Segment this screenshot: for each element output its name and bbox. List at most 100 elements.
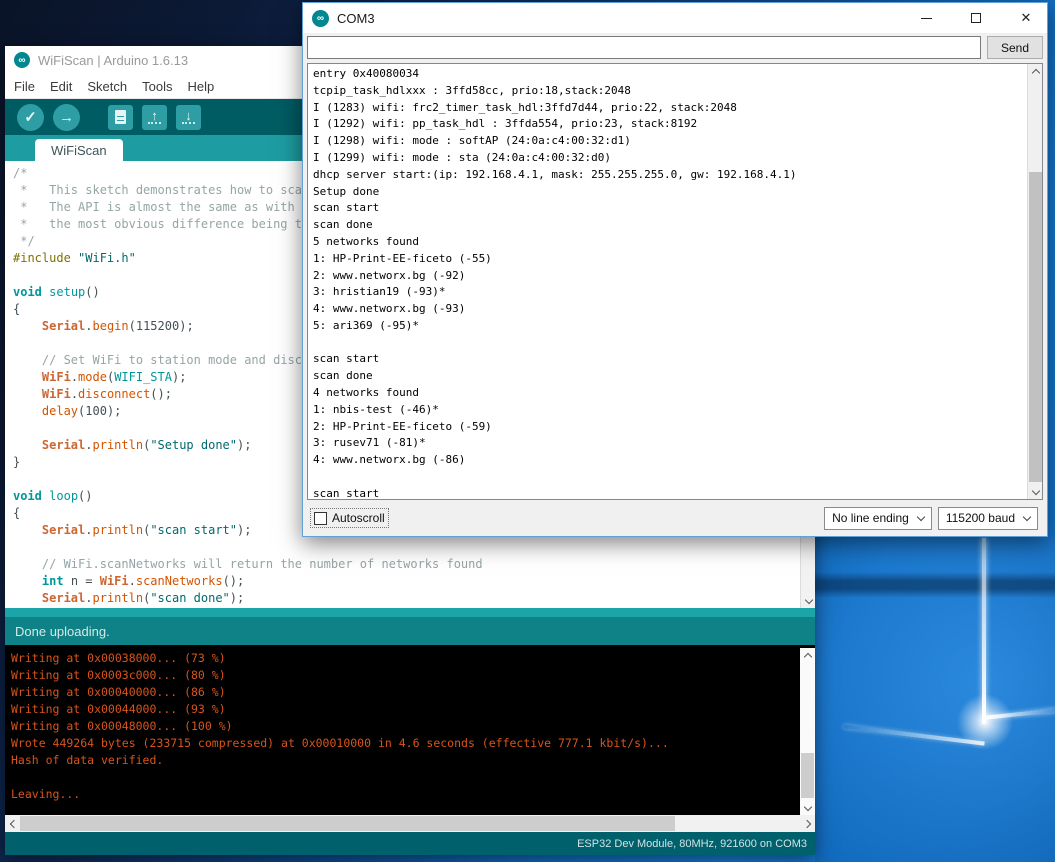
console-pane: Writing at 0x00038000... (73 %)Writing a… xyxy=(11,650,797,803)
console-horizontal-scrollbar[interactable] xyxy=(5,815,815,832)
chevron-down-icon xyxy=(917,513,925,521)
checkbox-icon xyxy=(314,512,327,525)
serial-line: I (1299) wifi: mode : sta (24:0a:c4:00:3… xyxy=(313,150,1024,167)
save-sketch-button[interactable]: ↓ xyxy=(176,105,201,130)
serial-send-row: Send xyxy=(303,33,1047,63)
code-line: int n = WiFi.scanNetworks(); xyxy=(13,573,799,590)
verify-button[interactable]: ✓ xyxy=(17,104,44,131)
serial-line: 2: www.networx.bg (-92) xyxy=(313,268,1024,285)
editor-scroll-down-arrow-icon[interactable] xyxy=(801,593,815,608)
serial-scroll-up-arrow-icon[interactable] xyxy=(1028,64,1043,79)
autoscroll-checkbox[interactable]: Autoscroll xyxy=(312,510,387,526)
serial-line: entry 0x40080034 xyxy=(313,66,1024,83)
serial-line: 5: ari369 (-95)* xyxy=(313,318,1024,335)
send-button[interactable]: Send xyxy=(987,36,1043,59)
close-icon: ✕ xyxy=(1021,10,1032,26)
menu-help[interactable]: Help xyxy=(187,79,214,94)
serial-bottom-bar: Autoscroll No line ending 115200 baud xyxy=(303,500,1047,536)
console-line: Leaving... xyxy=(11,786,797,803)
status-message: Done uploading. xyxy=(15,624,110,639)
console-line: Hash of data verified. xyxy=(11,752,797,769)
serial-line: scan start xyxy=(313,351,1024,368)
chevron-down-icon xyxy=(1023,513,1031,521)
arduino-logo-icon: ∞ xyxy=(312,10,329,27)
serial-line: 1: HP-Print-EE-ficeto (-55) xyxy=(313,251,1024,268)
upload-button[interactable]: → xyxy=(53,104,80,131)
serial-output-area[interactable]: entry 0x40080034tcpip_task_hdlxxx : 3ffd… xyxy=(307,63,1043,500)
serial-output-pane: entry 0x40080034tcpip_task_hdlxxx : 3ffd… xyxy=(313,66,1024,500)
serial-line: 2: HP-Print-EE-ficeto (-59) xyxy=(313,419,1024,436)
serial-line: 4 networks found xyxy=(313,385,1024,402)
baud-rate-dropdown[interactable]: 115200 baud xyxy=(938,507,1038,530)
serial-line: 4: www.networx.bg (-86) xyxy=(313,452,1024,469)
line-ending-dropdown[interactable]: No line ending xyxy=(824,507,932,530)
minimize-button[interactable] xyxy=(905,3,947,33)
console-scroll-up-arrow-icon[interactable] xyxy=(800,648,815,663)
serial-line: 5 networks found xyxy=(313,234,1024,251)
console-line: Writing at 0x00040000... (86 %) xyxy=(11,684,797,701)
wallpaper-glow xyxy=(953,690,1017,754)
console-line: Writing at 0x00048000... (100 %) xyxy=(11,718,797,735)
upload-arrow-icon: → xyxy=(59,109,74,126)
serial-line: I (1292) wifi: pp_task_hdl : 3ffda554, p… xyxy=(313,116,1024,133)
serial-line: 4: www.networx.bg (-93) xyxy=(313,301,1024,318)
serial-line: 1: nbis-test (-46)* xyxy=(313,402,1024,419)
console-line: Writing at 0x0003c000... (80 %) xyxy=(11,667,797,684)
horizontal-scrollbar-thumb[interactable] xyxy=(20,816,675,831)
serial-input[interactable] xyxy=(307,36,981,59)
save-sketch-icon: ↓ xyxy=(182,111,195,124)
open-sketch-icon: ↑ xyxy=(148,111,161,124)
code-line: Serial.println("scan done"); xyxy=(13,590,799,607)
serial-line: scan done xyxy=(313,217,1024,234)
serial-line: I (1283) wifi: frc2_timer_task_hdl:3ffd7… xyxy=(313,100,1024,117)
serial-line xyxy=(313,335,1024,352)
editor-console-divider[interactable] xyxy=(5,608,815,617)
menu-file[interactable]: File xyxy=(14,79,35,94)
console-line: Writing at 0x00044000... (93 %) xyxy=(11,701,797,718)
maximize-button[interactable] xyxy=(955,3,997,33)
menu-sketch[interactable]: Sketch xyxy=(87,79,127,94)
wallpaper-dark-band xyxy=(815,572,1055,598)
maximize-icon xyxy=(971,13,981,23)
console-scroll-down-arrow-icon[interactable] xyxy=(800,800,815,815)
new-sketch-button[interactable] xyxy=(108,105,133,130)
serial-line: scan done xyxy=(313,368,1024,385)
console-line xyxy=(11,769,797,786)
scroll-left-arrow-icon[interactable] xyxy=(5,815,20,832)
serial-window-title: COM3 xyxy=(337,11,897,26)
menu-tools[interactable]: Tools xyxy=(142,79,172,94)
verify-check-icon: ✓ xyxy=(24,108,37,126)
board-port-status: ESP32 Dev Module, 80MHz, 921600 on COM3 xyxy=(577,838,807,850)
console-line: Writing at 0x00038000... (73 %) xyxy=(11,650,797,667)
autoscroll-label: Autoscroll xyxy=(332,511,385,525)
arduino-logo-icon: ∞ xyxy=(14,52,30,68)
scroll-right-arrow-icon[interactable] xyxy=(800,815,815,832)
open-sketch-button[interactable]: ↑ xyxy=(142,105,167,130)
ide-window-title: WiFiScan | Arduino 1.6.13 xyxy=(38,53,188,68)
console-scrollbar-thumb[interactable] xyxy=(801,753,814,798)
code-line xyxy=(13,539,799,556)
serial-monitor-window: ∞ COM3 ✕ Send entry 0x40080034tcpip_task… xyxy=(302,2,1048,537)
ide-statusbar: ESP32 Dev Module, 80MHz, 921600 on COM3 xyxy=(5,832,815,855)
minimize-icon xyxy=(921,18,932,19)
serial-line: dhcp server start:(ip: 192.168.4.1, mask… xyxy=(313,167,1024,184)
code-line: // WiFi.scanNetworks will return the num… xyxy=(13,556,799,573)
serial-line: scan start xyxy=(313,486,1024,500)
menu-edit[interactable]: Edit xyxy=(50,79,72,94)
console-vertical-scrollbar[interactable] xyxy=(800,648,815,815)
upload-console: Writing at 0x00038000... (73 %)Writing a… xyxy=(5,645,815,815)
serial-line: 3: rusev71 (-81)* xyxy=(313,435,1024,452)
serial-line: scan start xyxy=(313,200,1024,217)
serial-titlebar[interactable]: ∞ COM3 ✕ xyxy=(303,3,1047,33)
status-message-bar: Done uploading. xyxy=(5,617,815,645)
serial-vertical-scrollbar[interactable] xyxy=(1027,64,1042,499)
new-sketch-icon xyxy=(115,110,126,124)
serial-scrollbar-thumb[interactable] xyxy=(1029,172,1042,482)
console-line: Wrote 449264 bytes (233715 compressed) a… xyxy=(11,735,797,752)
serial-line xyxy=(313,469,1024,486)
serial-line: 3: hristian19 (-93)* xyxy=(313,284,1024,301)
tab-wifiscan[interactable]: WiFiScan xyxy=(35,139,123,161)
serial-line: Setup done xyxy=(313,184,1024,201)
serial-scroll-down-arrow-icon[interactable] xyxy=(1028,484,1043,499)
close-button[interactable]: ✕ xyxy=(1005,3,1047,33)
